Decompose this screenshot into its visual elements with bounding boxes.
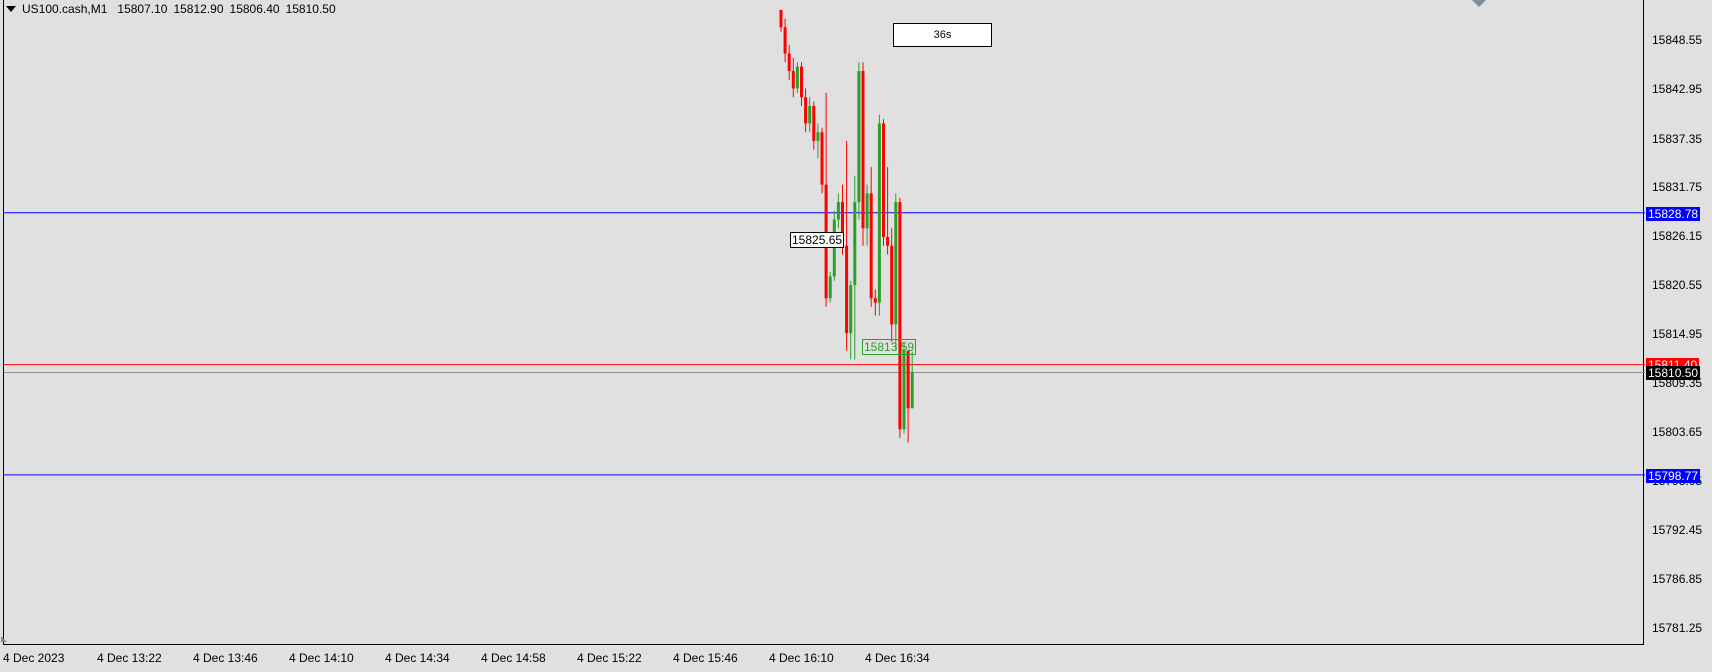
price-tick-label: 15848.55: [1652, 33, 1703, 47]
time-tick-label: 4 Dec 15:46: [673, 651, 738, 665]
candle-body: [795, 66, 799, 89]
chart-header: US100.cash,M1 15807.10 15812.90 15806.40…: [6, 2, 336, 16]
candle-body: [894, 202, 898, 325]
candle-body: [779, 9, 783, 28]
lower-level-tag: 15798.77: [1646, 469, 1701, 483]
time-tick-label: 4 Dec 14:34: [385, 651, 450, 665]
candle: [906, 350, 910, 443]
price-tick-label: 15792.45: [1652, 523, 1703, 537]
candlestick-chart: [4, 9, 1645, 476]
candle-body: [783, 27, 787, 54]
price-marker-black[interactable]: 15825.65: [790, 232, 845, 248]
candle-body: [906, 350, 910, 409]
price-tick-label: 15831.75: [1652, 180, 1703, 194]
candle-body: [898, 202, 902, 430]
bar-timer-box: 36s: [893, 23, 992, 47]
candle-body: [877, 123, 881, 303]
candle-body: [886, 237, 890, 246]
candle: [865, 184, 869, 246]
open-value: 15807.10: [117, 2, 168, 16]
candle-body: [812, 105, 816, 141]
candle: [804, 88, 808, 133]
price-tick-label: 15842.95: [1652, 82, 1703, 96]
candle: [898, 197, 902, 438]
time-tick-label: 4 Dec 16:10: [769, 651, 834, 665]
price-tick-label: 15803.65: [1652, 425, 1703, 439]
low-value: 15806.40: [229, 2, 280, 16]
time-tick-label: 4 Dec 14:58: [481, 651, 546, 665]
candle: [894, 193, 898, 351]
candle: [816, 123, 820, 159]
time-tick-label: 4 Dec 15:22: [577, 651, 642, 665]
time-tick-label: 4 Dec 14:10: [289, 651, 354, 665]
candle: [902, 341, 906, 434]
candle-body: [857, 71, 861, 203]
price-marker-green[interactable]: 15813.59: [862, 339, 917, 355]
candle-body: [804, 97, 808, 124]
candle: [779, 9, 783, 32]
candle-body: [853, 202, 857, 286]
candle-body: [910, 372, 914, 409]
candle-body: [816, 132, 820, 141]
time-tick-label: 4 Dec 13:22: [97, 651, 162, 665]
candle: [910, 351, 914, 409]
time-tick-label: 4 Dec 16:34: [865, 651, 930, 665]
symbol-label: US100.cash,M1: [22, 2, 108, 16]
close-value: 15810.50: [285, 2, 336, 16]
price-tick-label: 15814.95: [1652, 327, 1703, 341]
candle-body: [873, 298, 877, 303]
candle: [882, 119, 885, 246]
candle-body: [828, 276, 832, 299]
chart-plot-area[interactable]: [3, 0, 1645, 645]
candle: [783, 18, 787, 63]
candle: [845, 140, 849, 351]
high-value: 15812.90: [173, 2, 224, 16]
candle-body: [800, 66, 803, 98]
triangle-down-icon[interactable]: [6, 6, 16, 12]
candle: [791, 57, 795, 98]
candle: [812, 101, 816, 150]
time-tick-label: 4 Dec 2023: [3, 651, 65, 665]
bid-price-tag: 15810.50: [1646, 366, 1701, 380]
candle: [890, 228, 894, 342]
upper-level-tag: 15828.78: [1646, 207, 1701, 221]
candle-body: [845, 245, 849, 334]
candle-body: [882, 123, 885, 238]
triangle-icon: [1, 636, 7, 642]
candle: [853, 175, 857, 360]
price-tick-label: 15781.25: [1652, 621, 1703, 635]
candle: [820, 127, 824, 194]
candle: [800, 62, 803, 106]
candle-body: [890, 245, 894, 325]
price-tick-label: 15820.55: [1652, 278, 1703, 292]
candle: [869, 167, 873, 307]
price-tick-label: 15837.35: [1652, 132, 1703, 146]
price-tick-label: 15826.15: [1652, 229, 1703, 243]
candle-body: [869, 193, 873, 299]
candle: [824, 92, 828, 307]
time-tick-label: 4 Dec 13:46: [193, 651, 258, 665]
candle-body: [791, 71, 795, 89]
candle-body: [820, 132, 824, 185]
candle: [836, 193, 840, 229]
candle: [787, 44, 791, 80]
candle: [808, 97, 812, 133]
candle: [873, 289, 877, 316]
candle-body: [849, 285, 853, 334]
candle-body: [902, 350, 906, 430]
candle-body: [808, 105, 812, 124]
candle: [857, 62, 861, 220]
candle: [795, 62, 799, 93]
candle: [861, 62, 865, 246]
candle: [828, 271, 832, 303]
candle: [886, 167, 890, 255]
candle: [877, 114, 881, 316]
candle-body: [836, 202, 840, 220]
candle: [849, 280, 853, 360]
candle-body: [861, 71, 865, 229]
triangle-down-icon[interactable]: [1472, 0, 1486, 7]
candle-body: [865, 193, 869, 229]
price-tick-label: 15786.85: [1652, 572, 1703, 586]
candle-body: [787, 53, 791, 72]
